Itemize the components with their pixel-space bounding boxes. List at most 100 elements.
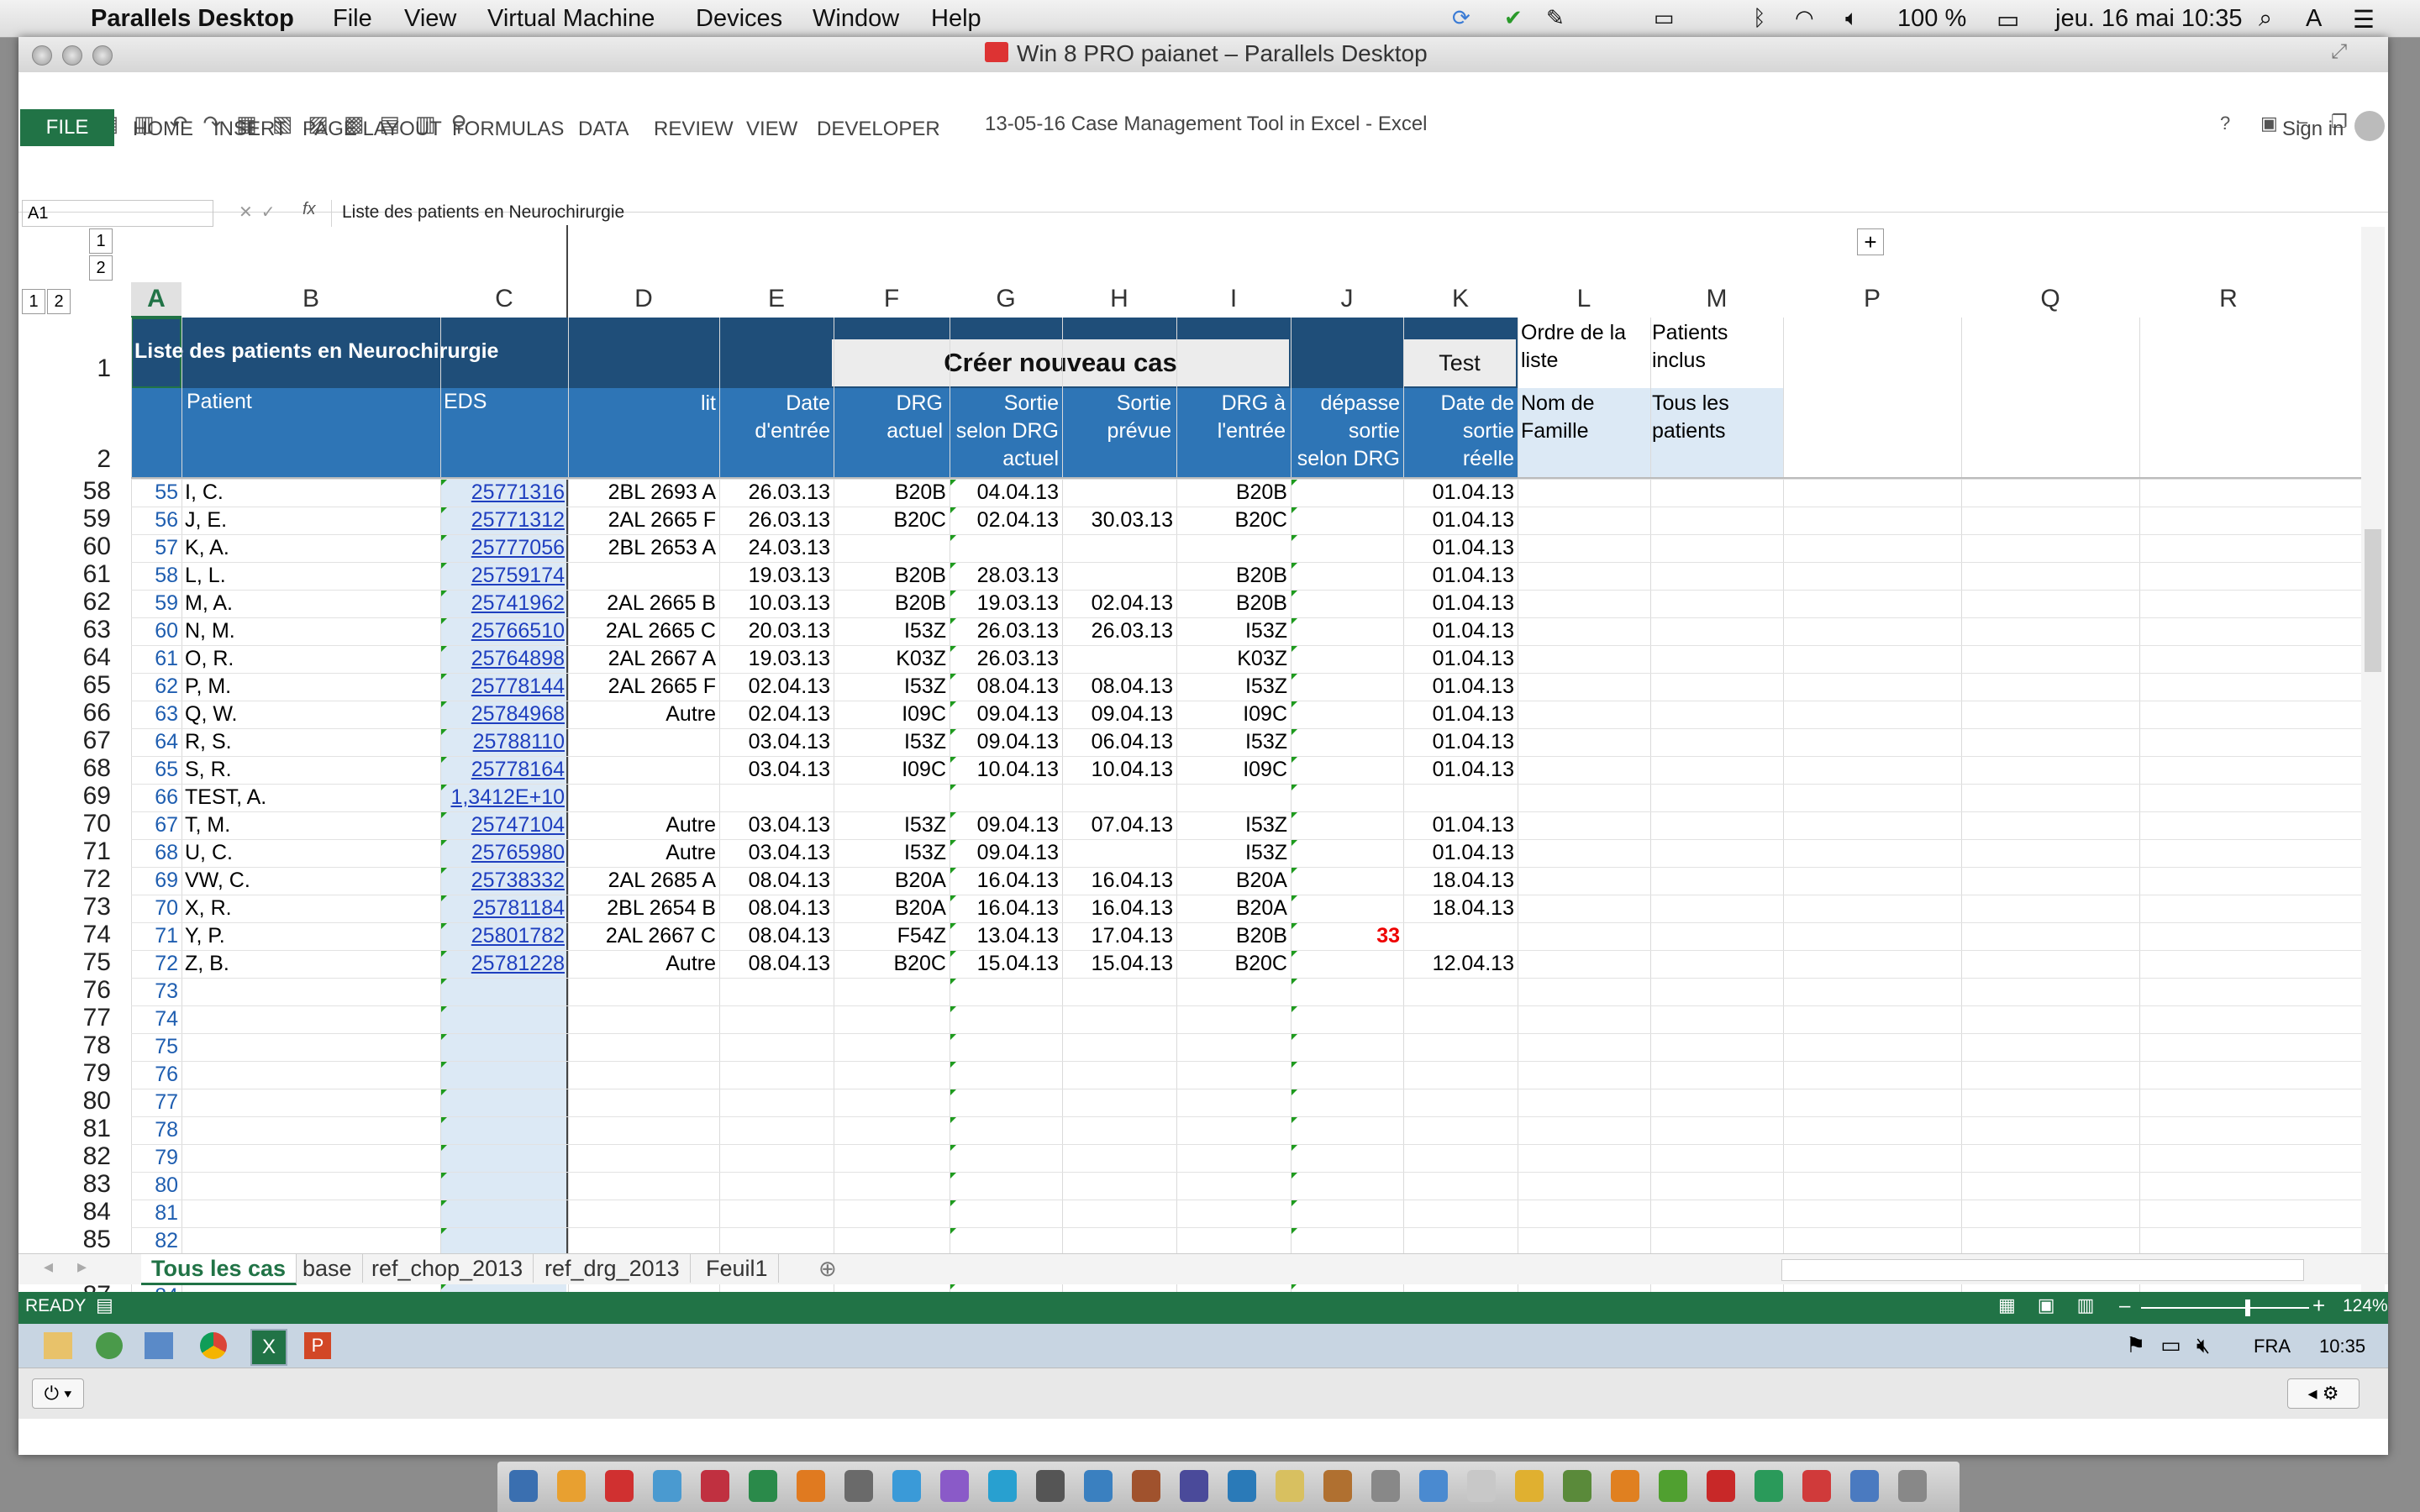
cell-j[interactable]	[1291, 479, 1403, 507]
dock-app-icon[interactable]	[509, 1470, 538, 1502]
sort-order-value[interactable]: Nom de Famille	[1521, 390, 1595, 445]
cell-a[interactable]: 74	[131, 1005, 182, 1033]
cell-f[interactable]	[834, 784, 950, 811]
cell-c[interactable]: 25766510	[440, 617, 568, 645]
cell-e[interactable]: 19.03.13	[719, 562, 834, 590]
row-number[interactable]: 66	[42, 699, 111, 727]
cell-h[interactable]: 16.04.13	[1062, 895, 1176, 922]
cell-d[interactable]: 2AL 2665 B	[568, 590, 719, 617]
macro-record-icon[interactable]: ▤	[96, 1294, 113, 1316]
tab-review[interactable]: REVIEW	[654, 118, 734, 141]
cell-d[interactable]	[568, 562, 719, 590]
row-number[interactable]: 69	[42, 782, 111, 811]
col-outline-level-1[interactable]: 1	[22, 289, 45, 314]
cell-i[interactable]: B20C	[1176, 950, 1291, 978]
user-icon[interactable]: A	[2306, 5, 2322, 33]
cell-k[interactable]: 01.04.13	[1403, 673, 1518, 701]
cell-f[interactable]: I53Z	[834, 811, 950, 839]
cell-c[interactable]: 25777056	[440, 534, 568, 562]
cell-f[interactable]: I53Z	[834, 617, 950, 645]
cell-h[interactable]	[1062, 645, 1176, 673]
dock-app-icon[interactable]	[892, 1470, 921, 1502]
cell-g[interactable]: 02.04.13	[950, 507, 1062, 534]
column-header-r[interactable]: R	[2139, 282, 2317, 316]
cell-k[interactable]: 01.04.13	[1403, 534, 1518, 562]
tab-page-layout[interactable]: PAGE LAYOUT	[302, 118, 442, 141]
zoom-slider[interactable]	[2141, 1299, 2309, 1316]
cell-a[interactable]: 67	[131, 811, 182, 839]
cell-e[interactable]: 20.03.13	[719, 617, 834, 645]
cell-a[interactable]: 78	[131, 1116, 182, 1144]
cell-k[interactable]: 18.04.13	[1403, 867, 1518, 895]
tab-formulas[interactable]: FORMULAS	[452, 118, 564, 141]
dock-app-icon[interactable]	[1419, 1470, 1448, 1502]
cell-d[interactable]: Autre	[568, 950, 719, 978]
cell-j[interactable]	[1291, 839, 1403, 867]
cell-h[interactable]: 07.04.13	[1062, 811, 1176, 839]
test-button[interactable]: Test	[1403, 339, 1516, 386]
dock-app-icon[interactable]	[1084, 1470, 1113, 1502]
cell-a[interactable]: 66	[131, 784, 182, 811]
cell-f[interactable]: I09C	[834, 756, 950, 784]
cell-d[interactable]: 2BL 2654 B	[568, 895, 719, 922]
dock-app-icon[interactable]	[940, 1470, 969, 1502]
cell-j[interactable]	[1291, 617, 1403, 645]
dock-app-icon[interactable]	[605, 1470, 634, 1502]
dock-app-icon[interactable]	[749, 1470, 777, 1502]
cell-a[interactable]: 75	[131, 1033, 182, 1061]
menu-devices[interactable]: Devices	[696, 5, 782, 33]
cell-h[interactable]	[1062, 562, 1176, 590]
cell-j[interactable]	[1291, 645, 1403, 673]
cell-g[interactable]: 26.03.13	[950, 645, 1062, 673]
cell-h[interactable]	[1062, 534, 1176, 562]
volume-icon[interactable]: 🔈︎	[1845, 5, 1859, 32]
cell-c[interactable]: 25778164	[440, 756, 568, 784]
outline-level-1[interactable]: 1	[89, 228, 113, 254]
cell-h[interactable]: 09.04.13	[1062, 701, 1176, 728]
cell-e[interactable]: 03.04.13	[719, 839, 834, 867]
tray-icons[interactable]: ⚑▭🔇︎	[2126, 1332, 2225, 1359]
cell-a[interactable]: 80	[131, 1172, 182, 1200]
outline-level-2[interactable]: 2	[89, 255, 113, 281]
column-header-h[interactable]: H	[1062, 282, 1176, 316]
tab-scroll-right-icon[interactable]: ▸	[77, 1256, 87, 1278]
cell-i[interactable]: B20B	[1176, 590, 1291, 617]
cell-g[interactable]: 09.04.13	[950, 811, 1062, 839]
cell-g[interactable]	[950, 784, 1062, 811]
cell-e[interactable]: 24.03.13	[719, 534, 834, 562]
column-header-f[interactable]: F	[834, 282, 950, 316]
cell-g[interactable]: 04.04.13	[950, 479, 1062, 507]
cell-i[interactable]: I09C	[1176, 756, 1291, 784]
dock-app-icon[interactable]	[1371, 1470, 1400, 1502]
view-buttons[interactable]: ▦▣▥	[1998, 1294, 2116, 1316]
cell-f[interactable]: K03Z	[834, 645, 950, 673]
zoom-out-icon[interactable]: –	[2119, 1294, 2130, 1318]
cell-a[interactable]: 72	[131, 950, 182, 978]
cell-a[interactable]: 61	[131, 645, 182, 673]
cell-f[interactable]: B20B	[834, 590, 950, 617]
cell-i[interactable]: B20C	[1176, 507, 1291, 534]
dock-app-icon[interactable]	[1563, 1470, 1591, 1502]
cell-a[interactable]: 64	[131, 728, 182, 756]
cell-c[interactable]: 25741962	[440, 590, 568, 617]
cell-k[interactable]: 01.04.13	[1403, 839, 1518, 867]
cell-f[interactable]: B20C	[834, 507, 950, 534]
cell-d[interactable]: 2AL 2665 F	[568, 673, 719, 701]
cell-g[interactable]: 28.03.13	[950, 562, 1062, 590]
row-number[interactable]: 77	[42, 1004, 111, 1032]
cell-j[interactable]	[1291, 728, 1403, 756]
cell-b[interactable]: TEST, A.	[182, 784, 440, 811]
col-outline-level-2[interactable]: 2	[47, 289, 71, 314]
cell-h[interactable]: 06.04.13	[1062, 728, 1176, 756]
tab-data[interactable]: DATA	[578, 118, 629, 141]
column-header-j[interactable]: J	[1291, 282, 1403, 316]
cell-a[interactable]: 57	[131, 534, 182, 562]
close-window-button[interactable]	[32, 45, 52, 66]
row-number[interactable]: 63	[42, 616, 111, 644]
menubar-clock[interactable]: jeu. 16 mai 10:35	[2055, 5, 2242, 33]
column-header-g[interactable]: G	[950, 282, 1062, 316]
chrome-icon[interactable]	[200, 1332, 227, 1359]
cell-g[interactable]: 16.04.13	[950, 895, 1062, 922]
cell-c[interactable]: 25781184	[440, 895, 568, 922]
cell-d[interactable]	[568, 728, 719, 756]
